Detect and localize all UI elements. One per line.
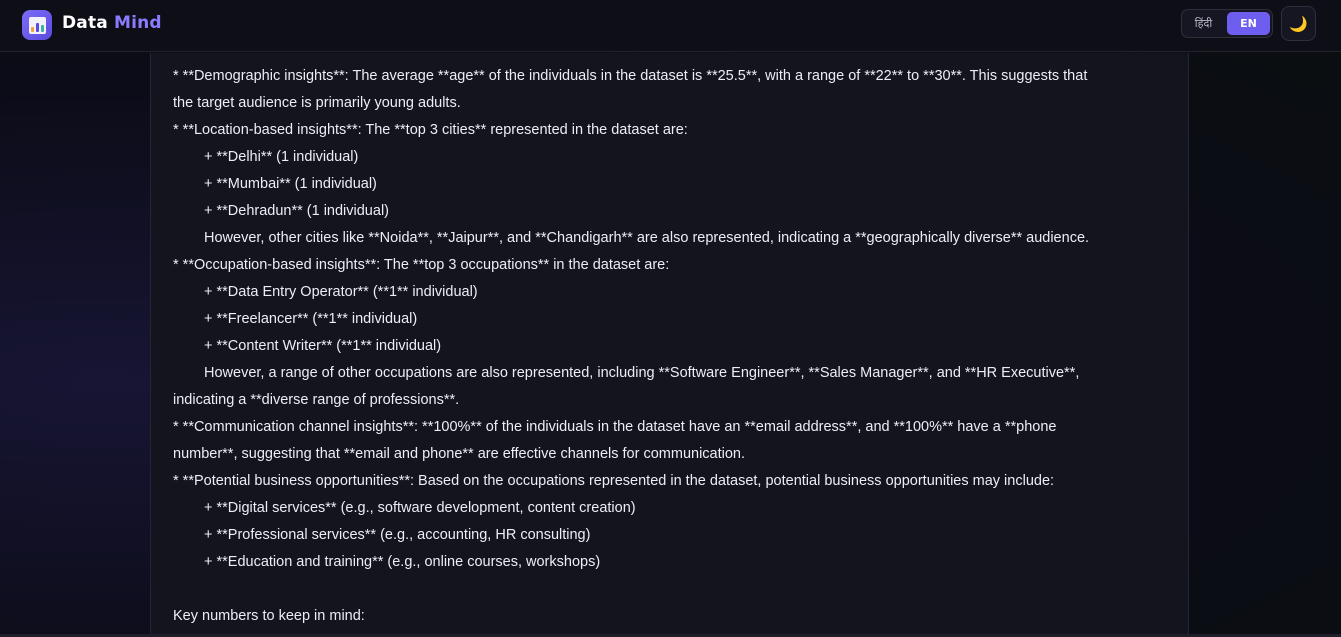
response-line: Key numbers to keep in mind:	[173, 608, 365, 624]
response-line: + **Digital services** (e.g., software d…	[204, 500, 636, 516]
lang-hindi-button[interactable]: हिंदी	[1182, 10, 1225, 37]
moon-icon: 🌙	[1289, 14, 1308, 33]
response-line: * **Potential business opportunities**: …	[173, 473, 1055, 489]
response-line: * **Demographic insights**: The average …	[173, 68, 1088, 84]
response-text: * **Demographic insights**: The average …	[173, 63, 1173, 630]
response-line: * **Communication channel insights**: **…	[173, 419, 1057, 435]
response-line: + **Education and training** (e.g., onli…	[204, 554, 601, 570]
top-navbar: Data Mind हिंदी EN 🌙	[0, 0, 1341, 52]
response-line: + **Delhi** (1 individual)	[204, 149, 359, 165]
response-line: + **Mumbai** (1 individual)	[204, 176, 377, 192]
response-line: * **Occupation-based insights**: The **t…	[173, 257, 670, 273]
chat-response-panel: * **Demographic insights**: The average …	[150, 53, 1189, 637]
response-line: + **Freelancer** (**1** individual)	[204, 311, 418, 327]
response-line: However, a range of other occupations ar…	[204, 365, 1080, 381]
brand-name: Data Mind	[62, 13, 162, 33]
response-line: However, other cities like **Noida**, **…	[204, 230, 1090, 246]
response-line: number**, suggesting that **email and ph…	[173, 446, 746, 462]
response-line: + **Data Entry Operator** (**1** individ…	[204, 284, 478, 300]
response-line: * **Location-based insights**: The **top…	[173, 122, 688, 138]
response-line: + **Dehradun** (1 individual)	[204, 203, 389, 219]
response-line-blank	[173, 576, 1173, 603]
lang-en-button[interactable]: EN	[1227, 12, 1270, 35]
response-line: the target audience is primarily young a…	[173, 95, 461, 111]
theme-toggle-button[interactable]: 🌙	[1281, 6, 1316, 41]
chart-logo-icon	[22, 10, 52, 40]
language-toggle: हिंदी EN	[1181, 9, 1273, 38]
response-line: + **Content Writer** (**1** individual)	[204, 338, 442, 354]
brand-name-part2: Mind	[113, 13, 162, 33]
brand-name-part1: Data	[62, 13, 108, 33]
response-line: indicating a **diverse range of professi…	[173, 392, 460, 408]
response-line: + **Professional services** (e.g., accou…	[204, 527, 591, 543]
